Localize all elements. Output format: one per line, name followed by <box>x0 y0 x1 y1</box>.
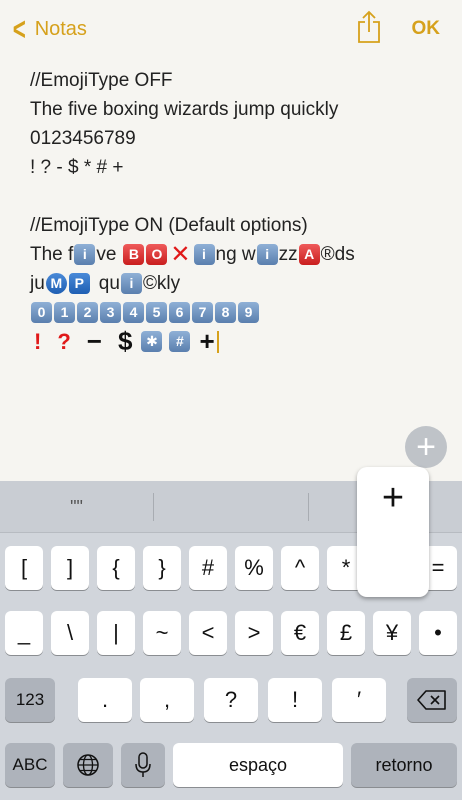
back-label: Notas <box>34 17 87 40</box>
key-yen[interactable]: ¥ <box>373 611 411 655</box>
key-right-brace[interactable]: } <box>143 546 181 590</box>
key-exclamation[interactable]: ! <box>268 678 322 722</box>
info-emoji: i <box>256 244 278 265</box>
note-line: //EmojiType ON (Default options) <box>30 215 308 236</box>
key-comma[interactable]: , <box>140 678 194 722</box>
minus-emoji: − <box>86 326 102 356</box>
key-pound[interactable]: £ <box>327 611 365 655</box>
note-line: ! ? - $ * # + <box>30 157 124 178</box>
keycap-emoji: 8 <box>215 302 236 323</box>
text-fragment: ng w <box>215 244 256 265</box>
p-button-emoji: P <box>68 273 90 294</box>
key-hash[interactable]: # <box>189 546 227 590</box>
o-button-emoji: O <box>146 244 168 265</box>
text-fragment: ®ds <box>320 244 355 265</box>
keycap-emoji: 6 <box>169 302 190 323</box>
keycap-emoji: 1 <box>54 302 75 323</box>
key-pipe[interactable]: | <box>97 611 135 655</box>
chevron-left-icon: < <box>12 11 26 47</box>
globe-icon <box>77 754 99 776</box>
add-button[interactable]: + <box>405 426 447 468</box>
asterisk-keycap-emoji: ✱ <box>141 331 163 352</box>
keycap-emoji: 2 <box>77 302 98 323</box>
m-circle-emoji: M <box>45 273 67 294</box>
a-button-emoji: A <box>298 244 320 265</box>
emoji-line-2: ju M P qu i ©kly <box>30 269 450 298</box>
keycap-emoji: 0 <box>31 302 52 323</box>
space-bar[interactable]: espaço <box>173 743 343 787</box>
key-caret[interactable]: ^ <box>281 546 319 590</box>
back-button[interactable]: < Notas <box>10 11 87 47</box>
navigation-bar: < Notas OK <box>0 0 462 58</box>
note-line: The five boxing wizards jump quickly <box>30 99 339 120</box>
cross-mark-emoji: ✕ <box>170 241 191 268</box>
key-123-mode[interactable]: 123 <box>5 678 55 722</box>
return-key[interactable]: retorno <box>351 743 457 787</box>
text-fragment: ju <box>30 273 45 294</box>
keycap-emoji: 5 <box>146 302 167 323</box>
text-fragment: zz <box>278 244 298 265</box>
note-line: 0123456789 <box>30 128 136 149</box>
hash-keycap-emoji: # <box>169 331 191 352</box>
text-fragment: qu <box>98 273 120 294</box>
keycap-emoji: 3 <box>100 302 121 323</box>
delete-key[interactable] <box>407 678 457 722</box>
key-greater-than[interactable]: > <box>235 611 273 655</box>
text-fragment: The f <box>30 244 74 265</box>
text-fragment: ©kly <box>142 273 181 294</box>
key-left-brace[interactable]: { <box>97 546 135 590</box>
key-euro[interactable]: € <box>281 611 319 655</box>
keycap-emoji: 9 <box>238 302 259 323</box>
key-tilde[interactable]: ~ <box>143 611 181 655</box>
backspace-icon <box>417 690 446 710</box>
key-period[interactable]: . <box>78 678 132 722</box>
text-cursor <box>216 330 219 353</box>
suggestion-item[interactable]: "" <box>0 481 153 533</box>
question-emoji: ? <box>57 329 71 354</box>
text-fragment: ve <box>96 244 117 265</box>
plus-emoji: + <box>199 326 215 356</box>
done-button[interactable]: OK <box>412 18 441 40</box>
emoji-digits-line: 0 1 2 3 4 5 6 7 8 9 <box>30 298 450 327</box>
info-emoji: i <box>193 244 215 265</box>
suggestion-divider <box>153 493 154 521</box>
emoji-symbols-line: ! ? − $ ✱ # + <box>30 327 450 356</box>
key-abc-mode[interactable]: ABC <box>5 743 55 787</box>
key-bullet[interactable]: • <box>419 611 457 655</box>
key-right-bracket[interactable]: ] <box>51 546 89 590</box>
info-emoji: i <box>74 244 96 265</box>
key-left-bracket[interactable]: [ <box>5 546 43 590</box>
key-less-than[interactable]: < <box>189 611 227 655</box>
b-button-emoji: B <box>123 244 145 265</box>
emoji-line-1: The f i ve B O ✕ i ng w i zz A ®ds <box>30 240 450 269</box>
info-emoji: i <box>120 273 142 294</box>
note-text-area[interactable]: //EmojiType OFF The five boxing wizards … <box>30 66 450 356</box>
key-underscore[interactable]: _ <box>5 611 43 655</box>
note-line: //EmojiType OFF <box>30 70 173 91</box>
dictation-key[interactable] <box>121 743 165 787</box>
globe-key[interactable] <box>63 743 113 787</box>
share-icon[interactable] <box>356 10 382 44</box>
keycap-emoji: 7 <box>192 302 213 323</box>
key-apostrophe[interactable]: ′ <box>332 678 386 722</box>
dollar-emoji: $ <box>117 326 133 356</box>
key-percent[interactable]: % <box>235 546 273 590</box>
keycap-emoji: 4 <box>123 302 144 323</box>
key-preview-popup: + <box>357 467 429 597</box>
key-question[interactable]: ? <box>204 678 258 722</box>
key-backslash[interactable]: \ <box>51 611 89 655</box>
exclamation-emoji: ! <box>34 329 42 354</box>
suggestion-divider <box>308 493 309 521</box>
microphone-icon <box>135 752 151 777</box>
